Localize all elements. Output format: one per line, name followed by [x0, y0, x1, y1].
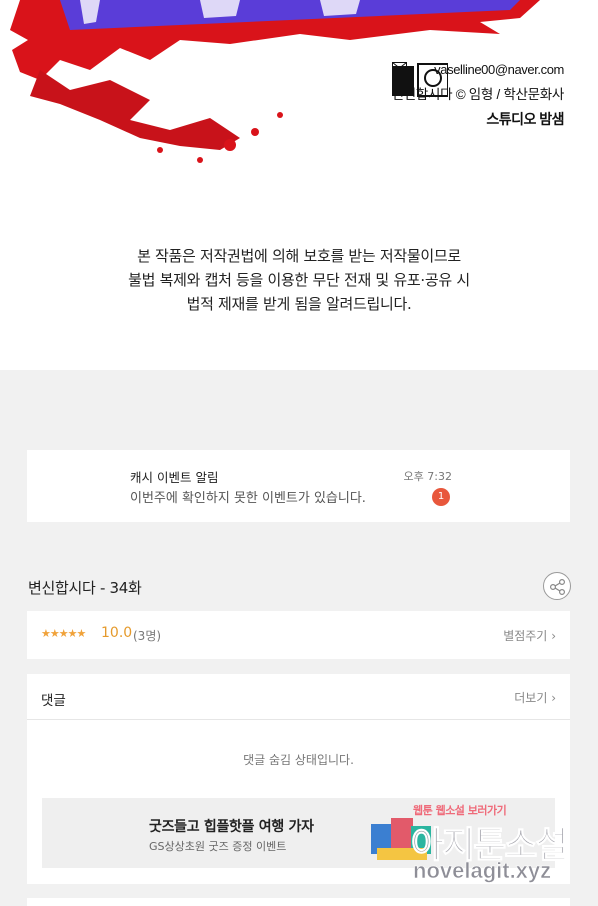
- event-notification[interactable]: 캐시 이벤트 알림 이번주에 확인하지 못한 이벤트가 있습니다. 오후 7:3…: [27, 450, 570, 522]
- chevron-right-icon: ›: [551, 629, 556, 643]
- credits-block: vaselline00@naver.com 변신합시다 © 임형 / 학산문화사…: [391, 62, 564, 129]
- event-message: 이번주에 확인하지 못한 이벤트가 있습니다.: [130, 491, 366, 506]
- chevron-right-icon: ›: [551, 691, 556, 705]
- email-text: vaselline00@naver.com: [434, 62, 564, 77]
- rating-count: (3명): [133, 629, 162, 643]
- share-icon: [549, 578, 566, 596]
- event-title: 캐시 이벤트 알림: [130, 470, 219, 485]
- rate-button[interactable]: 별점주기 ›: [503, 627, 556, 644]
- comments-label: 댓글: [41, 693, 66, 709]
- episode-title: 변신합시다 - 34화: [28, 579, 142, 597]
- rating-stars: ★★★★★: [41, 627, 86, 640]
- notice-line: 법적 제재를 받게 됨을 알려드립니다.: [186, 295, 412, 313]
- notice-line: 불법 복제와 캡처 등을 이용한 무단 전재 및 유포·공유 시: [128, 271, 470, 289]
- rate-label: 별점주기: [503, 629, 548, 643]
- comments-header: 댓글 더보기 ›: [27, 674, 570, 720]
- comments-more-button[interactable]: 더보기 ›: [514, 689, 556, 706]
- more-label: 더보기: [514, 691, 548, 705]
- event-time: 오후 7:32: [403, 470, 452, 483]
- rating-bar: ★★★★★ 10.0 (3명) 별점주기 ›: [27, 611, 570, 659]
- comic-panel: vaselline00@naver.com 변신합시다 © 임형 / 학산문화사…: [0, 0, 598, 370]
- studio-name: 스튜디오 밤샘: [486, 111, 564, 127]
- notice-line: 본 작품은 저작권법에 의해 보호를 받는 저작물이므로: [137, 247, 461, 265]
- banner-subtitle: GS상상초원 굿즈 증정 이벤트: [149, 840, 287, 853]
- share-button[interactable]: [543, 572, 571, 600]
- comments-hidden-message: 댓글 숨김 상태입니다.: [243, 753, 354, 767]
- site-watermark: 웹툰 웹소설 보러가기 아지툰소설 novelagit.xyz: [405, 800, 595, 890]
- copyright-notice: 본 작품은 저작권법에 의해 보호를 받는 저작물이므로 불법 복제와 캡처 등…: [0, 244, 598, 316]
- banner-title: 굿즈들고 힙플핫플 여행 가자: [149, 819, 314, 835]
- event-count-badge: 1: [432, 488, 450, 506]
- studio-logo: 스튜디오 밤샘: [391, 63, 564, 129]
- next-card: [27, 898, 570, 906]
- watermark-url: novelagit.xyz: [413, 858, 552, 884]
- rating-score: 10.0: [101, 625, 133, 641]
